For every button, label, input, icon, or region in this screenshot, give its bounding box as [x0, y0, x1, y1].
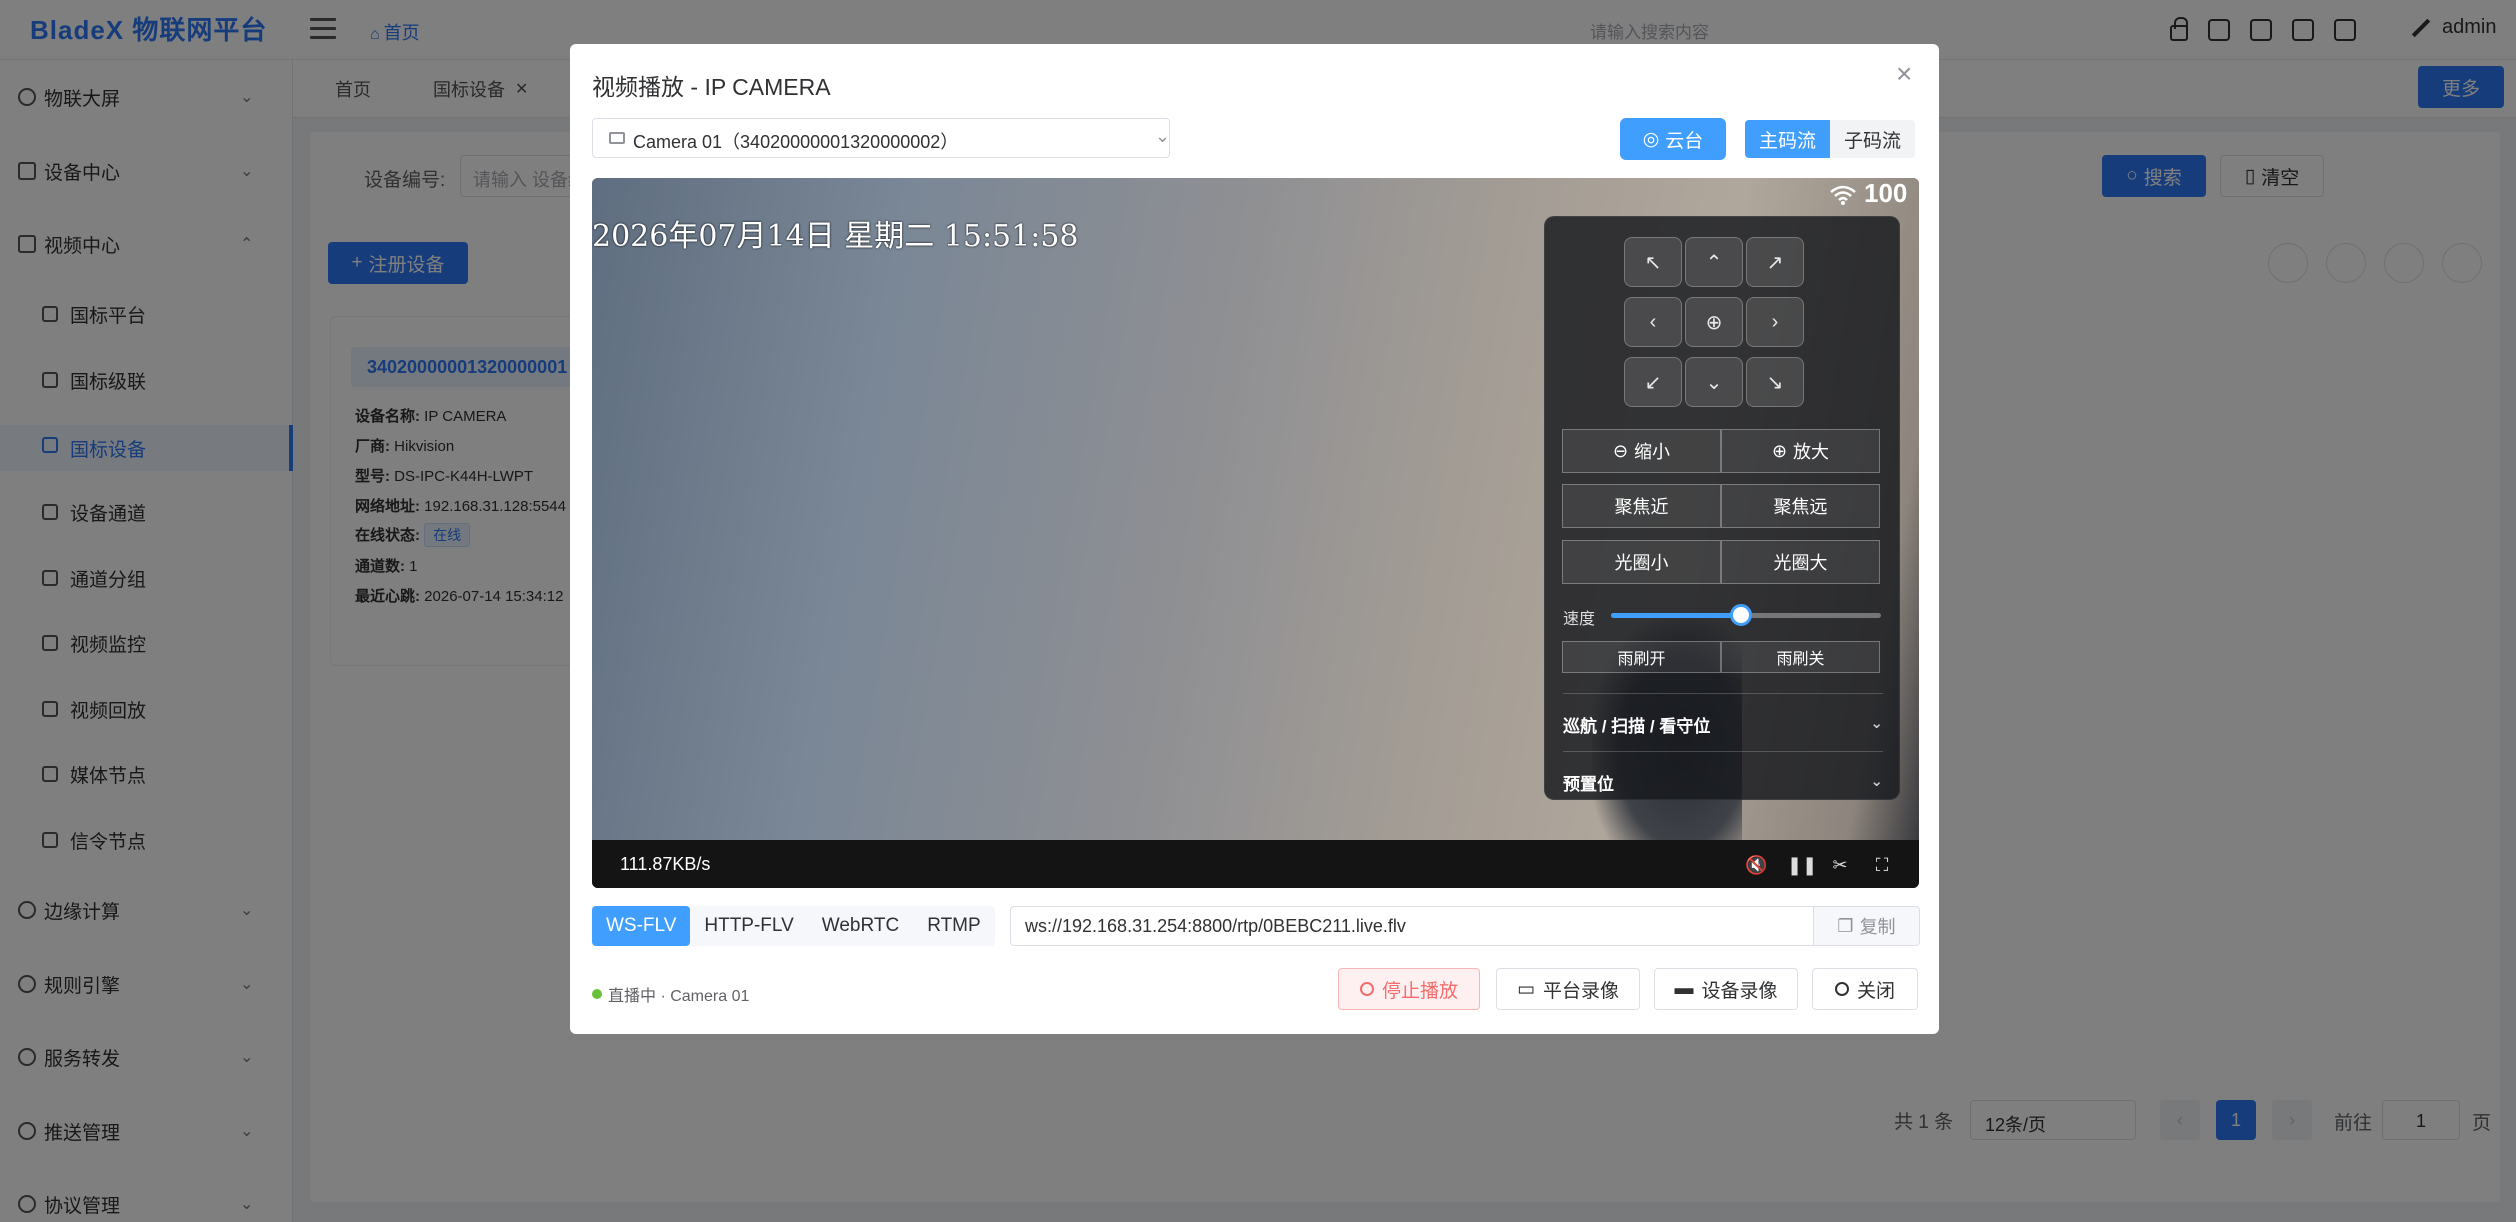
zoom-out-button[interactable]: ⊖ 缩小: [1562, 429, 1721, 473]
protocol-ws-flv[interactable]: WS-FLV: [592, 906, 691, 946]
zoom-in-label: 放大: [1793, 442, 1830, 462]
video-control-bar: 111.87KB/s 🔇 ❚❚ ✂ ⛶: [592, 840, 1919, 888]
signal-indicator: 100: [1828, 178, 1907, 209]
copy-button[interactable]: ❐ 复制: [1814, 906, 1920, 946]
ptz-down-button[interactable]: ⌄: [1685, 357, 1743, 407]
ptz-button[interactable]: ◎ 云台: [1620, 118, 1726, 160]
live-dot-icon: [592, 989, 602, 999]
copy-label: 复制: [1859, 917, 1896, 937]
copy-icon: ❐: [1837, 915, 1854, 936]
live-status: 直播中 · Camera 01: [592, 982, 749, 1006]
mute-icon[interactable]: 🔇: [1745, 854, 1767, 876]
ptz-icon: ◎: [1642, 128, 1660, 150]
drive-icon: ▬: [1674, 978, 1694, 999]
zoom-out-icon: ⊖: [1612, 440, 1629, 461]
zoom-out-label: 缩小: [1634, 442, 1671, 462]
stop-playback-button[interactable]: 停止播放: [1338, 968, 1480, 1010]
sub-stream-button[interactable]: 子码流: [1830, 120, 1916, 158]
ptz-down-right-button[interactable]: ↘: [1746, 357, 1804, 407]
video-player-dialog: 视频播放 - IP CAMERA × Camera 01（34020000001…: [570, 44, 1939, 1034]
ptz-center-button[interactable]: ⊕: [1685, 297, 1743, 347]
stop-label: 停止播放: [1381, 980, 1458, 1002]
device-record-label: 设备录像: [1701, 980, 1778, 1002]
ptz-up-button[interactable]: ⌃: [1685, 237, 1743, 287]
wiper-off-button[interactable]: 雨刷关: [1721, 641, 1880, 673]
close-circle-icon: [1834, 982, 1849, 996]
stream-url-input[interactable]: ws://192.168.31.254:8800/rtp/0BEBC211.li…: [1010, 906, 1814, 946]
protocol-tabs: WS-FLV HTTP-FLV WebRTC RTMP: [592, 906, 995, 946]
iris-small-button[interactable]: 光圈小: [1562, 540, 1721, 584]
chevron-down-icon: ⌄: [1155, 126, 1171, 146]
record-icon: ▭: [1517, 978, 1535, 1000]
ptz-up-right-button[interactable]: ↗: [1746, 237, 1804, 287]
protocol-rtmp[interactable]: RTMP: [913, 906, 994, 946]
speed-label: 速度: [1563, 611, 1596, 628]
ptz-panel: ↖ ⌃ ↗ ‹ ⊕ › ↙ ⌄ ↘ ⊖ 缩小 ⊕ 放大 聚焦近 聚焦远 光圈小 光圈…: [1544, 216, 1900, 800]
fullscreen-icon[interactable]: ⛶: [1871, 854, 1893, 876]
speed-slider[interactable]: [1611, 604, 1881, 626]
focus-near-button[interactable]: 聚焦近: [1562, 484, 1721, 528]
stream-switch: 主码流 子码流: [1745, 120, 1916, 158]
platform-record-button[interactable]: ▭ 平台录像: [1496, 968, 1640, 1010]
scissors-icon[interactable]: ✂: [1829, 854, 1851, 876]
bitrate-readout: 111.87KB/s: [620, 854, 711, 874]
protocol-http-flv[interactable]: HTTP-FLV: [690, 906, 807, 946]
live-status-text: 直播中 · Camera 01: [608, 988, 750, 1005]
protocol-webrtc[interactable]: WebRTC: [808, 906, 913, 946]
iris-large-button[interactable]: 光圈大: [1721, 540, 1880, 584]
close-button[interactable]: 关闭: [1812, 968, 1918, 1010]
chevron-down-icon: ⌄: [1870, 715, 1883, 732]
ptz-button-label: 云台: [1665, 130, 1704, 152]
dialog-title: 视频播放 - IP CAMERA: [592, 74, 831, 100]
cruise-section-label: 巡航 / 扫描 / 看守位: [1563, 717, 1711, 736]
pause-icon[interactable]: ❚❚: [1787, 854, 1817, 876]
device-record-button[interactable]: ▬ 设备录像: [1654, 968, 1798, 1010]
speed-slider-handle[interactable]: [1729, 604, 1752, 626]
ptz-up-left-button[interactable]: ↖: [1624, 237, 1682, 287]
close-icon[interactable]: ×: [1896, 58, 1912, 90]
preset-section[interactable]: 预置位 ⌄: [1563, 751, 1883, 801]
osd-timestamp: 2026年07月14日 星期二 15:51:58: [592, 219, 1079, 254]
camera-select[interactable]: Camera 01（34020000001320000002） ⌄: [592, 118, 1170, 158]
zoom-in-icon: ⊕: [1771, 440, 1788, 461]
signal-value: 100: [1864, 178, 1908, 208]
platform-record-label: 平台录像: [1542, 980, 1619, 1002]
focus-far-button[interactable]: 聚焦远: [1721, 484, 1880, 528]
main-stream-button[interactable]: 主码流: [1745, 120, 1831, 158]
camera-icon: [609, 132, 625, 144]
wifi-icon: [1830, 185, 1856, 205]
preset-section-label: 预置位: [1563, 775, 1614, 794]
wiper-on-button[interactable]: 雨刷开: [1562, 641, 1721, 673]
zoom-in-button[interactable]: ⊕ 放大: [1721, 429, 1880, 473]
close-label: 关闭: [1856, 980, 1895, 1002]
ptz-down-left-button[interactable]: ↙: [1624, 357, 1682, 407]
stop-icon: [1359, 982, 1374, 996]
chevron-down-icon: ⌄: [1870, 773, 1883, 790]
ptz-right-button[interactable]: ›: [1746, 297, 1804, 347]
cruise-section[interactable]: 巡航 / 扫描 / 看守位 ⌄: [1563, 693, 1883, 751]
camera-select-value: Camera 01（34020000001320000002）: [633, 132, 959, 152]
video-player[interactable]: 2026年07月14日 星期二 15:51:58 100 ↖ ⌃ ↗ ‹ ⊕ ›…: [592, 178, 1919, 888]
ptz-left-button[interactable]: ‹: [1624, 297, 1682, 347]
speed-slider-fill: [1611, 613, 1741, 618]
